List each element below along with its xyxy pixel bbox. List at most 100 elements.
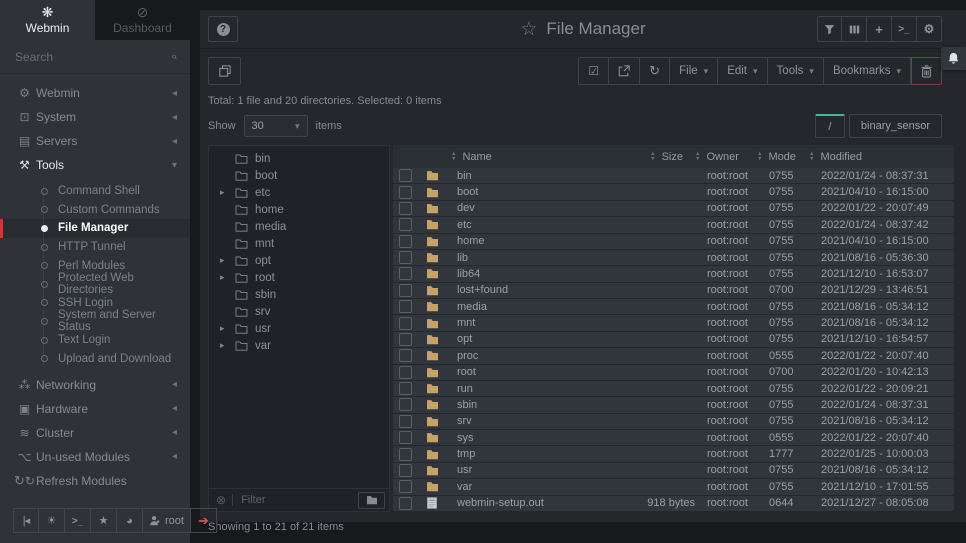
column-header[interactable]: Modified — [809, 151, 946, 163]
file-name[interactable]: etc — [447, 219, 609, 231]
sort-icon[interactable] — [695, 152, 700, 161]
export-button[interactable] — [609, 57, 640, 85]
row-checkbox[interactable] — [399, 415, 412, 428]
row-checkbox[interactable] — [399, 431, 412, 444]
tree-directory[interactable]: bin — [209, 150, 389, 167]
sidebar-subitem[interactable]: Protected Web Directories — [0, 275, 190, 294]
expand-arrow-icon[interactable] — [220, 323, 228, 334]
row-checkbox[interactable] — [399, 497, 412, 510]
row-checkbox[interactable] — [399, 398, 412, 411]
file-row[interactable]: bin root:root 0755 2022/01/24 - 08:37:31 — [393, 168, 954, 184]
tree-directory[interactable]: srv — [209, 303, 389, 320]
sidebar-subitem[interactable]: HTTP Tunnel — [0, 238, 190, 257]
toolbar-menu-button[interactable]: Bookmarks — [824, 57, 911, 85]
tab-dashboard[interactable]: Dashboard — [95, 0, 190, 40]
sidebar-subitem[interactable]: Text Login — [0, 331, 190, 350]
file-row[interactable]: srv root:root 0755 2021/08/16 - 05:34:12 — [393, 414, 954, 430]
clone-view-button[interactable] — [208, 57, 241, 85]
add-button[interactable]: + — [867, 16, 892, 42]
sidebar-category[interactable]: ↻ Refresh Modules — [0, 469, 190, 493]
row-checkbox[interactable] — [399, 186, 412, 199]
logout-button[interactable] — [191, 508, 217, 533]
row-checkbox[interactable] — [399, 366, 412, 379]
file-name[interactable]: home — [447, 235, 609, 247]
file-name[interactable]: usr — [447, 464, 609, 476]
file-name[interactable]: bin — [447, 170, 609, 182]
goto-directory-button[interactable] — [358, 492, 385, 509]
file-name[interactable]: mnt — [447, 317, 609, 329]
user-button[interactable]: root — [143, 508, 191, 533]
select-all-button[interactable] — [578, 57, 609, 85]
tree-directory[interactable]: home — [209, 201, 389, 218]
file-row[interactable]: webmin-setup.out 918 bytes root:root 064… — [393, 496, 954, 512]
file-row[interactable]: tmp root:root 1777 2022/01/25 - 10:00:03 — [393, 446, 954, 462]
collapse-sidebar-button[interactable] — [13, 508, 39, 533]
column-header[interactable]: Size — [609, 151, 695, 163]
column-header[interactable]: Name — [447, 151, 609, 163]
file-row[interactable]: lib root:root 0755 2021/08/16 - 05:36:30 — [393, 250, 954, 266]
file-name[interactable]: proc — [447, 350, 609, 362]
sidebar-category[interactable]: ⚙ Webmin — [0, 81, 190, 105]
tree-directory[interactable]: boot — [209, 167, 389, 184]
file-row[interactable]: proc root:root 0555 2022/01/22 - 20:07:4… — [393, 348, 954, 364]
row-checkbox[interactable] — [399, 169, 412, 182]
sidebar-category[interactable]: ⌥ Un-used Modules — [0, 445, 190, 469]
row-checkbox[interactable] — [399, 448, 412, 461]
settings-button[interactable]: ⚙ — [917, 16, 942, 42]
sidebar-category[interactable]: ⁂ Networking — [0, 373, 190, 397]
page-size-select[interactable]: 30 — [244, 115, 308, 137]
shell-button[interactable] — [65, 508, 91, 533]
file-name[interactable]: sys — [447, 432, 609, 444]
file-name[interactable]: sbin — [447, 399, 609, 411]
expand-arrow-icon[interactable] — [220, 187, 228, 198]
file-row[interactable]: sys root:root 0555 2022/01/22 - 20:07:40 — [393, 430, 954, 446]
favorite-star-icon[interactable] — [520, 18, 537, 41]
sidebar-category[interactable]: ▤ Servers — [0, 129, 190, 153]
tree-directory[interactable]: root — [209, 269, 389, 286]
tree-directory[interactable]: etc — [209, 184, 389, 201]
file-row[interactable]: home root:root 0755 2021/04/10 - 16:15:0… — [393, 234, 954, 250]
file-name[interactable]: root — [447, 366, 609, 378]
file-name[interactable]: var — [447, 481, 609, 493]
sidebar-subitem[interactable]: System and Server Status — [0, 312, 190, 331]
toolbar-menu-button[interactable]: Tools — [768, 57, 824, 85]
trash-button[interactable] — [911, 57, 942, 85]
sidebar-category[interactable]: ⚒ Tools — [0, 153, 190, 177]
filter-button[interactable] — [817, 16, 842, 42]
file-row[interactable]: dev root:root 0755 2022/01/22 - 20:07:49 — [393, 201, 954, 217]
file-row[interactable]: root root:root 0700 2022/01/20 - 10:42:1… — [393, 365, 954, 381]
tree-directory[interactable]: media — [209, 218, 389, 235]
sidebar-category[interactable]: ⊡ System — [0, 105, 190, 129]
sidebar-subitem[interactable]: Command Shell — [0, 182, 190, 201]
file-row[interactable]: sbin root:root 0755 2022/01/24 - 08:37:3… — [393, 397, 954, 413]
row-checkbox[interactable] — [399, 235, 412, 248]
file-row[interactable]: var root:root 0755 2021/12/10 - 17:01:55 — [393, 479, 954, 495]
sort-icon[interactable] — [809, 152, 814, 161]
tree-directory[interactable]: opt — [209, 252, 389, 269]
notifications-button[interactable] — [941, 47, 966, 70]
row-checkbox[interactable] — [399, 251, 412, 264]
tree-filter-input[interactable] — [239, 493, 352, 507]
column-header[interactable]: Owner — [695, 151, 757, 163]
row-checkbox[interactable] — [399, 464, 412, 477]
file-name[interactable]: boot — [447, 186, 609, 198]
row-checkbox[interactable] — [399, 218, 412, 231]
tree-directory[interactable]: usr — [209, 320, 389, 337]
clear-filter-icon[interactable] — [216, 493, 226, 507]
terminal-button[interactable] — [892, 16, 917, 42]
row-checkbox[interactable] — [399, 333, 412, 346]
file-name[interactable]: dev — [447, 202, 609, 214]
row-checkbox[interactable] — [399, 382, 412, 395]
column-header[interactable]: Mode — [757, 151, 809, 163]
breadcrumb-current[interactable]: binary_sensor — [849, 114, 942, 138]
file-name[interactable]: tmp — [447, 448, 609, 460]
file-row[interactable]: opt root:root 0755 2021/12/10 - 16:54:57 — [393, 332, 954, 348]
file-row[interactable]: run root:root 0755 2022/01/22 - 20:09:21 — [393, 381, 954, 397]
help-button[interactable] — [208, 16, 238, 42]
file-row[interactable]: mnt root:root 0755 2021/08/16 - 05:34:12 — [393, 315, 954, 331]
sidebar-subitem[interactable]: File Manager — [0, 219, 190, 238]
file-name[interactable]: run — [447, 383, 609, 395]
columns-button[interactable] — [842, 16, 867, 42]
refresh-button[interactable] — [640, 57, 670, 85]
row-checkbox[interactable] — [399, 300, 412, 313]
